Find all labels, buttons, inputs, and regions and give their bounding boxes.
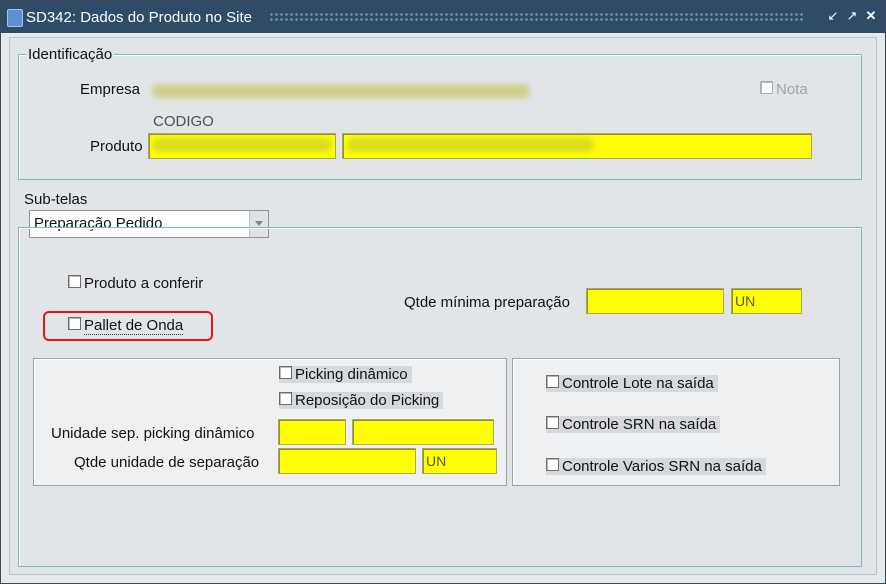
unidade-sep-field[interactable] bbox=[278, 419, 346, 445]
produto-a-conferir-checkbox[interactable]: Produto a conferir bbox=[68, 275, 203, 292]
restore-icon[interactable]: ↙ bbox=[825, 8, 841, 24]
title-bar-grip bbox=[269, 12, 803, 23]
controle-srn-label: Controle SRN na saída bbox=[562, 416, 717, 433]
checkbox-box bbox=[546, 375, 559, 388]
picking-dinamico-checkbox[interactable]: Picking dinâmico bbox=[279, 366, 412, 383]
window-title: SD342: Dados do Produto no Site bbox=[26, 9, 252, 26]
produto-codigo-redacted bbox=[152, 138, 332, 152]
checkbox-box bbox=[279, 392, 292, 405]
nota-checkbox[interactable]: Nota bbox=[760, 81, 808, 98]
identificacao-frame bbox=[18, 54, 862, 180]
produto-descricao-redacted bbox=[346, 138, 594, 152]
app-icon bbox=[7, 9, 23, 27]
close-icon[interactable]: ✕ bbox=[863, 8, 879, 24]
produto-label: Produto bbox=[90, 138, 143, 155]
checkbox-box bbox=[279, 366, 292, 379]
checkbox-box bbox=[546, 416, 559, 429]
qtde-unidade-unit[interactable]: UN bbox=[422, 448, 497, 474]
picking-dinamico-label: Picking dinâmico bbox=[295, 366, 408, 383]
window: SD342: Dados do Produto no Site ↙ ↗ ✕ Id… bbox=[0, 0, 886, 584]
unidade-sep-desc-field[interactable] bbox=[352, 419, 494, 445]
pallet-de-onda-label: Pallet de Onda bbox=[84, 317, 184, 335]
checkbox-box bbox=[68, 317, 81, 330]
controle-lote-checkbox[interactable]: Controle Lote na saída bbox=[546, 375, 718, 392]
nota-label: Nota bbox=[776, 81, 808, 98]
checkbox-box bbox=[760, 81, 773, 94]
controle-srn-checkbox[interactable]: Controle SRN na saída bbox=[546, 416, 721, 433]
checkbox-box bbox=[546, 458, 559, 471]
produto-a-conferir-label: Produto a conferir bbox=[84, 275, 204, 292]
pallet-de-onda-checkbox[interactable]: Pallet de Onda bbox=[68, 317, 184, 335]
qtde-minima-label: Qtde mínima preparação bbox=[404, 294, 570, 311]
reposicao-picking-checkbox[interactable]: Reposição do Picking bbox=[279, 392, 444, 409]
controle-varios-srn-checkbox[interactable]: Controle Varios SRN na saída bbox=[546, 458, 766, 475]
controle-lote-label: Controle Lote na saída bbox=[562, 375, 714, 392]
empresa-value-redacted bbox=[152, 84, 530, 98]
identificacao-title: Identificação bbox=[26, 46, 115, 63]
qtde-minima-unit[interactable]: UN bbox=[731, 288, 802, 314]
controle-varios-srn-label: Controle Varios SRN na saída bbox=[562, 458, 762, 475]
qtde-unidade-field[interactable] bbox=[278, 448, 416, 474]
unidade-sep-label: Unidade sep. picking dinâmico bbox=[51, 425, 255, 442]
qtde-unidade-label: Qtde unidade de separação bbox=[74, 454, 260, 471]
form-body: Identificação Empresa Nota CODIGO Produt… bbox=[9, 37, 877, 575]
checkbox-box bbox=[68, 275, 81, 288]
reposicao-picking-label: Reposição do Picking bbox=[295, 392, 440, 409]
maximize-icon[interactable]: ↗ bbox=[844, 8, 860, 24]
title-bar[interactable]: SD342: Dados do Produto no Site ↙ ↗ ✕ bbox=[1, 1, 885, 33]
qtde-minima-field[interactable] bbox=[586, 288, 724, 314]
codigo-header: CODIGO bbox=[153, 113, 214, 130]
empresa-label: Empresa bbox=[80, 81, 141, 98]
subtelas-label: Sub-telas bbox=[24, 191, 88, 208]
